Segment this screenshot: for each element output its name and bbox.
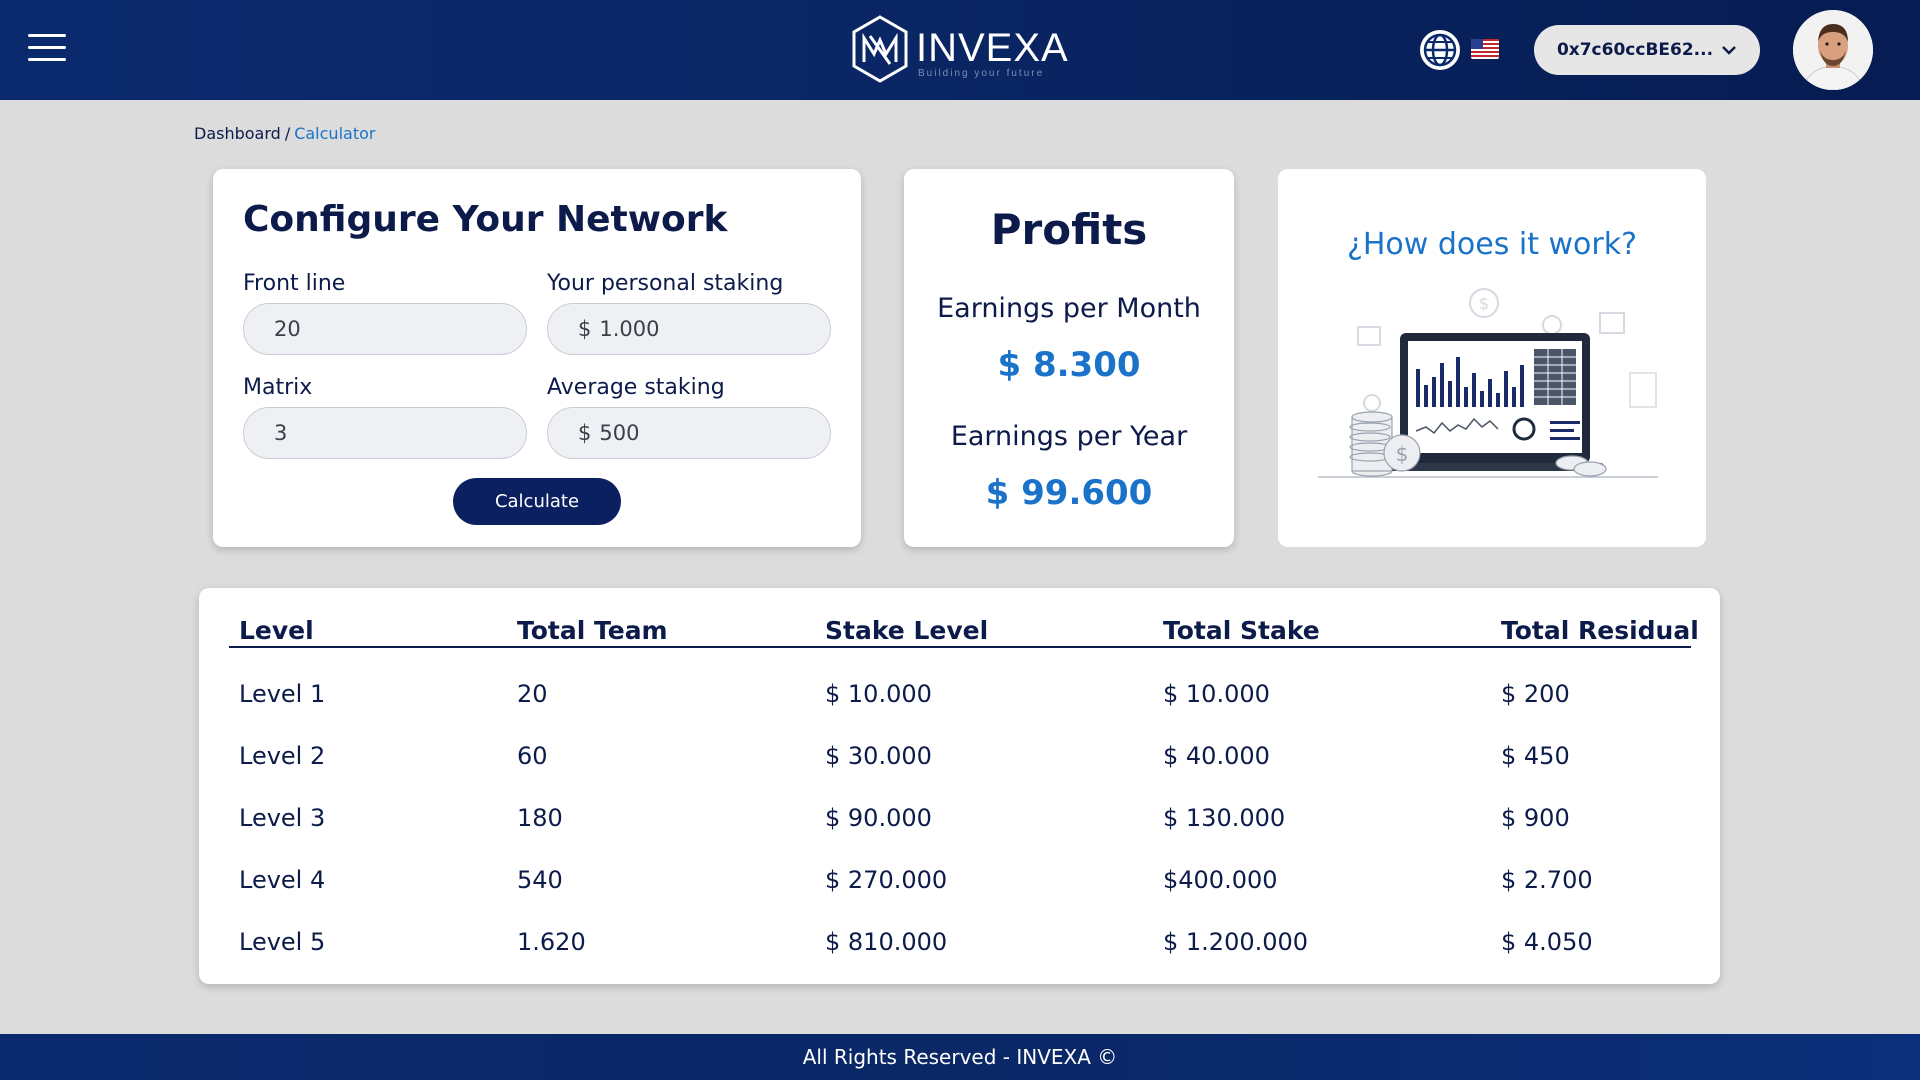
cell-total-stake: $ 40.000: [1163, 742, 1270, 770]
column-header-total-team: Total Team: [517, 616, 668, 645]
globe-icon[interactable]: [1418, 28, 1462, 72]
earnings-year-label: Earnings per Year: [950, 421, 1188, 452]
cell-total-team: 1.620: [517, 928, 586, 956]
hamburger-menu-icon[interactable]: [28, 34, 66, 64]
column-header-total-stake: Total Stake: [1163, 616, 1320, 645]
table-row: Level 4 540 $ 270.000 $400.000 $ 2.700: [199, 866, 1720, 906]
front-line-value: 20: [274, 317, 301, 341]
table-row: Level 2 60 $ 30.000 $ 40.000 $ 450: [199, 742, 1720, 782]
cell-total-team: 20: [517, 680, 548, 708]
earnings-year-value: $ 99.600: [985, 473, 1153, 513]
footer: All Rights Reserved - INVEXA ©: [0, 1034, 1920, 1080]
svg-text:$: $: [1396, 442, 1409, 466]
cell-stake-level: $ 270.000: [825, 866, 948, 894]
wallet-address-button[interactable]: 0x7c60ccBE62...: [1534, 25, 1760, 75]
brand-tagline: Building your future: [918, 68, 1045, 79]
personal-staking-input[interactable]: $ 1.000: [547, 303, 831, 355]
cell-total-residual: $ 200: [1501, 680, 1570, 708]
svg-text:$: $: [1479, 294, 1489, 313]
personal-staking-label: Your personal staking: [547, 271, 784, 296]
personal-staking-currency: $: [578, 317, 592, 341]
profits-title: Profits: [990, 205, 1148, 254]
cell-total-stake: $ 130.000: [1163, 804, 1286, 832]
matrix-input[interactable]: 3: [243, 407, 527, 459]
cell-total-residual: $ 4.050: [1501, 928, 1593, 956]
profits-card: Profits Earnings per Month $ 8.300 Earni…: [904, 169, 1234, 547]
cell-total-residual: $ 450: [1501, 742, 1570, 770]
average-staking-label: Average staking: [547, 375, 725, 400]
front-line-input[interactable]: 20: [243, 303, 527, 355]
chevron-down-icon: [1722, 46, 1736, 55]
us-flag-icon[interactable]: [1471, 39, 1499, 59]
average-staking-value: 500: [599, 421, 640, 445]
config-title: Configure Your Network: [243, 199, 728, 240]
cell-total-team: 180: [517, 804, 563, 832]
breadcrumb: Dashboard / Calculator: [194, 124, 375, 143]
breadcrumb-separator: /: [284, 124, 291, 143]
levels-table: Level Total Team Stake Level Total Stake…: [199, 588, 1720, 984]
front-line-label: Front line: [243, 271, 346, 296]
cell-level: Level 4: [239, 866, 326, 894]
brand-name: INVEXA: [916, 26, 1069, 70]
how-it-works-card[interactable]: ¿How does it work? $ $: [1278, 169, 1706, 547]
cell-level: Level 5: [239, 928, 326, 956]
earnings-month-label: Earnings per Month: [937, 293, 1201, 324]
cell-total-residual: $ 900: [1501, 804, 1570, 832]
calculate-button[interactable]: Calculate: [453, 478, 621, 525]
cell-level: Level 1: [239, 680, 326, 708]
average-staking-input[interactable]: $ 500: [547, 407, 831, 459]
cell-stake-level: $ 90.000: [825, 804, 932, 832]
top-header: INVEXA Building your future 0x7c60ccBE62…: [0, 0, 1920, 100]
brand-logo[interactable]: INVEXA Building your future: [850, 14, 1070, 86]
configure-network-card: Configure Your Network Front line 20 You…: [213, 169, 861, 547]
cell-level: Level 3: [239, 804, 326, 832]
cell-total-residual: $ 2.700: [1501, 866, 1593, 894]
table-row: Level 1 20 $ 10.000 $ 10.000 $ 200: [199, 680, 1720, 720]
table-row: Level 5 1.620 $ 810.000 $ 1.200.000 $ 4.…: [199, 928, 1720, 968]
cell-total-stake: $400.000: [1163, 866, 1278, 894]
column-header-total-residual: Total Residual: [1501, 616, 1699, 645]
cell-level: Level 2: [239, 742, 326, 770]
column-header-level: Level: [239, 616, 314, 645]
cell-total-team: 540: [517, 866, 563, 894]
breadcrumb-current: Calculator: [294, 124, 376, 143]
avatar-portrait-icon: [1793, 10, 1873, 90]
cell-stake-level: $ 10.000: [825, 680, 932, 708]
matrix-label: Matrix: [243, 375, 313, 400]
logo-hexagon-icon: [852, 15, 908, 83]
cell-total-stake: $ 10.000: [1163, 680, 1270, 708]
footer-copyright: All Rights Reserved - INVEXA ©: [802, 1045, 1118, 1069]
personal-staking-value: 1.000: [599, 317, 660, 341]
laptop-finance-illustration: $ $: [1318, 288, 1658, 478]
average-staking-currency: $: [578, 421, 592, 445]
matrix-value: 3: [274, 421, 288, 445]
cell-total-stake: $ 1.200.000: [1163, 928, 1309, 956]
earnings-month-value: $ 8.300: [997, 345, 1141, 385]
cell-stake-level: $ 30.000: [825, 742, 932, 770]
user-avatar[interactable]: [1793, 10, 1873, 90]
table-row: Level 3 180 $ 90.000 $ 130.000 $ 900: [199, 804, 1720, 844]
column-header-stake-level: Stake Level: [825, 616, 989, 645]
cell-stake-level: $ 810.000: [825, 928, 948, 956]
cell-total-team: 60: [517, 742, 548, 770]
wallet-address: 0x7c60ccBE62...: [1556, 40, 1714, 60]
how-it-works-title[interactable]: ¿How does it work?: [1278, 227, 1706, 262]
breadcrumb-dashboard-link[interactable]: Dashboard: [194, 124, 281, 143]
